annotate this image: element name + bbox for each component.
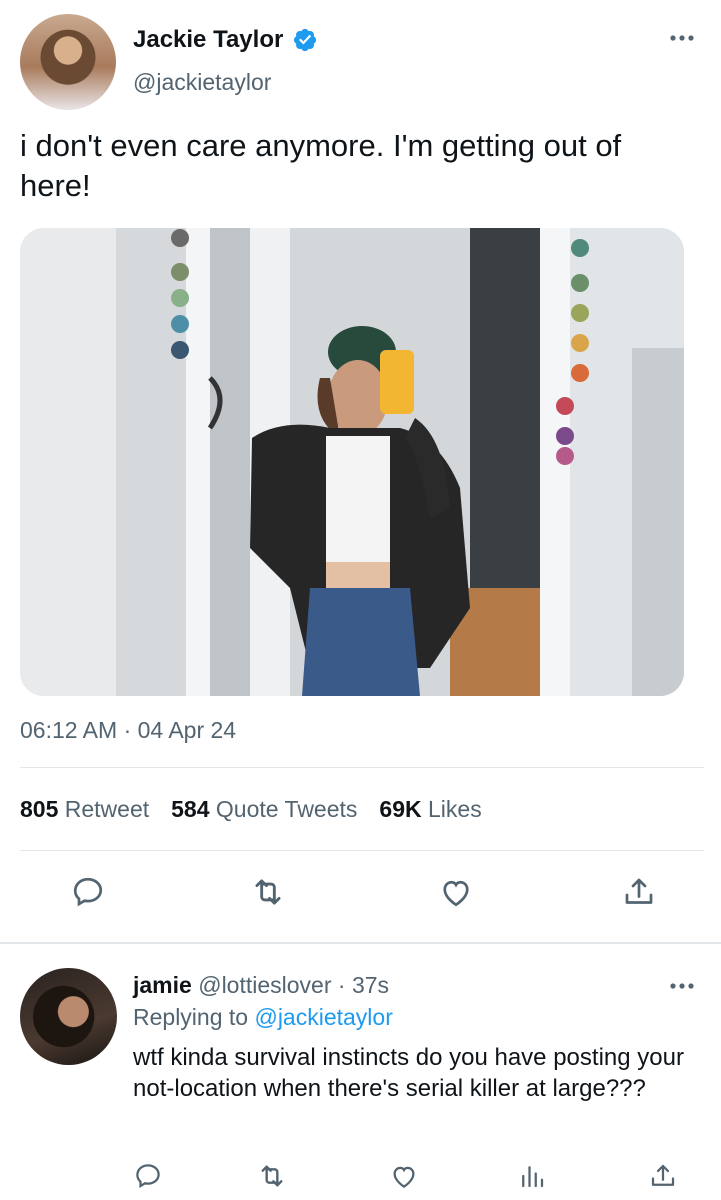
retweet-icon	[255, 879, 281, 905]
likes-count: 69K	[379, 796, 422, 822]
reply-reply-button[interactable]	[126, 1154, 170, 1198]
reply-time: · 37s	[337, 972, 390, 998]
tweet-actions	[0, 870, 721, 930]
more-icon[interactable]	[668, 32, 696, 44]
quotes-stat[interactable]: 584 Quote Tweets	[171, 796, 357, 822]
likes-stat[interactable]: 69K Likes	[379, 796, 481, 822]
like-icon	[443, 880, 469, 907]
replying-to-prefix: Replying to	[133, 1004, 249, 1030]
reply-button[interactable]	[66, 870, 110, 914]
author-handle[interactable]: @jackietaylor	[133, 69, 271, 96]
reply-like-button[interactable]	[382, 1154, 426, 1198]
reply-avatar[interactable]	[20, 968, 117, 1065]
reply-header: jamie @lottieslover · 37s	[133, 972, 389, 999]
reply-more-icon[interactable]	[668, 980, 696, 992]
quotes-label: Quote Tweets	[215, 796, 358, 822]
tweet-timestamp[interactable]: 06:12 AM · 04 Apr 24	[20, 717, 236, 744]
author-avatar[interactable]	[20, 14, 116, 110]
share-button[interactable]	[617, 870, 661, 914]
reply-icon	[136, 1164, 160, 1188]
tweet-text: i don't even care anymore. I'm getting o…	[20, 128, 622, 203]
author-name[interactable]: Jackie Taylor	[133, 26, 283, 54]
retweet-button[interactable]	[246, 870, 290, 914]
reply-icon	[73, 877, 103, 907]
like-icon	[393, 1166, 415, 1188]
retweet-icon	[261, 1165, 283, 1187]
reply-author-handle[interactable]: @lottieslover	[198, 972, 331, 998]
quotes-count: 584	[171, 796, 210, 822]
retweets-count: 805	[20, 796, 59, 822]
share-icon	[651, 1164, 675, 1186]
reply-analytics-button[interactable]	[510, 1154, 554, 1198]
like-button[interactable]	[434, 870, 478, 914]
share-icon	[625, 878, 653, 904]
reply-share-button[interactable]	[641, 1154, 685, 1198]
tweet-stats: 805 Retweet 584 Quote Tweets 69K Likes	[20, 796, 482, 823]
replying-to-handle[interactable]: @jackietaylor	[254, 1004, 392, 1030]
divider	[20, 767, 704, 768]
divider	[20, 850, 704, 851]
tweet-photo[interactable]	[20, 228, 684, 696]
reply-text: wtf kinda survival instincts do you have…	[133, 1044, 684, 1102]
verified-badge-icon	[293, 28, 317, 52]
reply-author-name[interactable]: jamie	[133, 972, 192, 998]
analytics-icon	[522, 1166, 544, 1188]
retweets-label: Retweet	[64, 796, 150, 822]
reply-actions	[0, 1154, 721, 1198]
reply-tweet: jamie @lottieslover · 37s Replying to @j…	[0, 944, 721, 1200]
retweets-stat[interactable]: 805 Retweet	[20, 796, 149, 822]
replying-to: Replying to @jackietaylor	[133, 1004, 393, 1031]
reply-retweet-button[interactable]	[250, 1154, 294, 1198]
likes-label: Likes	[428, 796, 482, 822]
